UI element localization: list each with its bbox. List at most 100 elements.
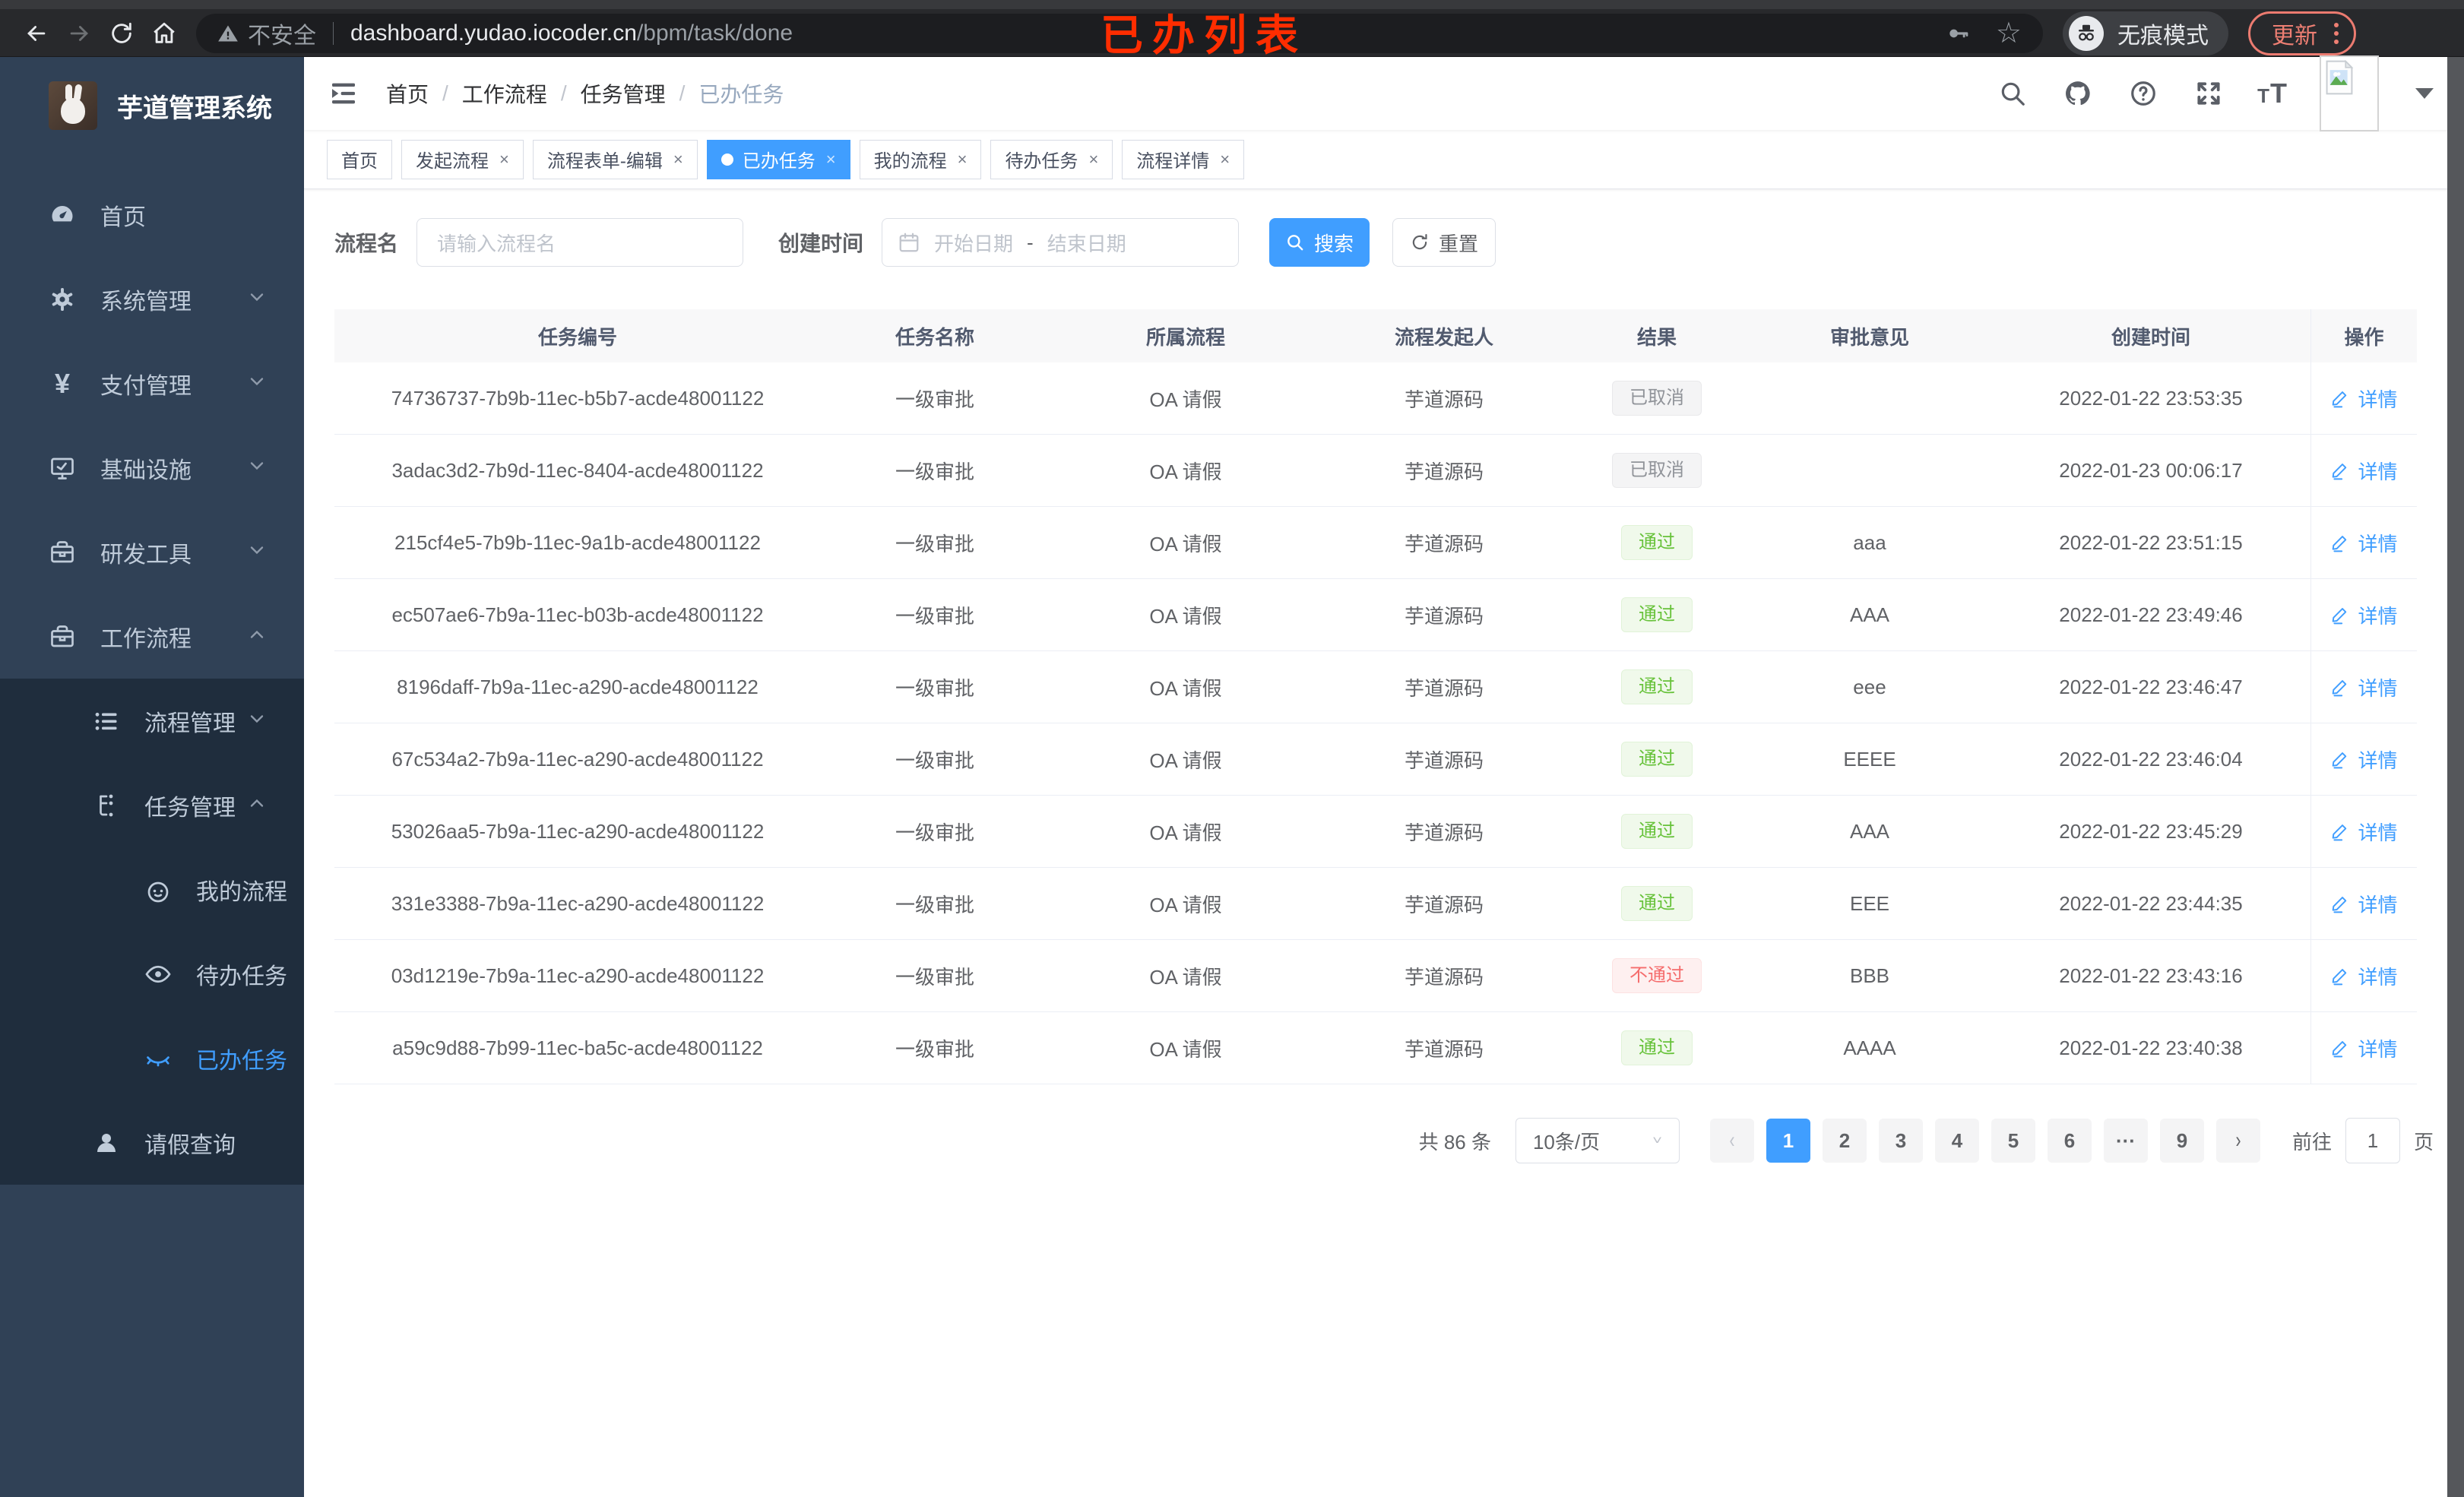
sidebar-item-devtools[interactable]: 研发工具 bbox=[0, 510, 304, 594]
app-title: 芋道管理系统 bbox=[117, 93, 272, 123]
detail-link[interactable]: 详情 bbox=[2330, 385, 2398, 413]
app-logo-row[interactable]: 芋道管理系统 bbox=[0, 57, 304, 154]
task-create-time: 2022-01-22 23:46:47 bbox=[2059, 675, 2243, 698]
key-icon[interactable] bbox=[1946, 21, 1970, 46]
page-button-1[interactable]: 1 bbox=[1766, 1119, 1810, 1163]
page-ellipsis[interactable]: ··· bbox=[2103, 1119, 2148, 1163]
url-domain[interactable]: dashboard.yudao.iocoder.cn bbox=[350, 21, 637, 46]
edit-pencil-icon bbox=[2333, 536, 2347, 552]
incognito-label: 无痕模式 bbox=[2117, 23, 2209, 49]
task-starter: 芋道源码 bbox=[1404, 676, 1484, 700]
fullscreen-icon[interactable] bbox=[2192, 77, 2225, 110]
goto-page-input[interactable]: 1 bbox=[2345, 1118, 2400, 1163]
sidebar-item-system[interactable]: 系统管理 bbox=[0, 257, 304, 341]
page-button-9[interactable]: 9 bbox=[2159, 1119, 2204, 1163]
task-name: 一级审批 bbox=[895, 893, 974, 916]
update-label[interactable]: 更新 bbox=[2272, 17, 2317, 50]
detail-link[interactable]: 详情 bbox=[2330, 601, 2398, 629]
page-button-5[interactable]: 5 bbox=[1991, 1119, 2035, 1163]
security-label[interactable]: 不安全 bbox=[248, 17, 316, 50]
prev-page-button[interactable]: ‹ bbox=[1709, 1119, 1754, 1163]
table-row: 8196daff-7b9a-11ec-a290-acde48001122 一级审批… bbox=[334, 651, 2417, 723]
process-name-input[interactable]: 请输入流程名 bbox=[416, 218, 744, 267]
edit-pencil-icon bbox=[2333, 391, 2347, 408]
browser-update-button[interactable]: 更新 bbox=[2248, 11, 2356, 55]
reset-button[interactable]: 重置 bbox=[1392, 218, 1496, 267]
detail-link[interactable]: 详情 bbox=[2330, 962, 2398, 990]
close-icon[interactable]: × bbox=[499, 150, 509, 169]
search-icon[interactable] bbox=[1996, 77, 2029, 110]
task-name: 一级审批 bbox=[895, 532, 974, 555]
sidebar-item-todo-tasks[interactable]: 待办任务 bbox=[0, 932, 304, 1016]
close-icon[interactable]: × bbox=[673, 150, 683, 169]
browser-menu-icon[interactable] bbox=[2334, 22, 2339, 44]
page-button-2[interactable]: 2 bbox=[1822, 1119, 1867, 1163]
detail-link[interactable]: 详情 bbox=[2330, 673, 2398, 701]
close-icon[interactable]: × bbox=[1220, 150, 1230, 169]
task-action: 详情 bbox=[2310, 1012, 2417, 1084]
detail-link[interactable]: 详情 bbox=[2330, 818, 2398, 846]
home-icon[interactable] bbox=[143, 12, 185, 55]
forward-icon[interactable] bbox=[58, 12, 100, 55]
close-icon[interactable]: × bbox=[958, 150, 968, 169]
security-warning-icon[interactable] bbox=[217, 23, 248, 44]
chevron-up-icon bbox=[246, 793, 268, 818]
sidebar: 芋道管理系统 首页 系统管理 ¥ 支付管理 基础设施 研发工具 工作流程 流程管… bbox=[0, 57, 304, 1497]
tab-home[interactable]: 首页 bbox=[327, 139, 392, 179]
sidebar-item-infra[interactable]: 基础设施 bbox=[0, 426, 304, 510]
tab-form-edit[interactable]: 流程表单-编辑 × bbox=[532, 139, 698, 179]
process-name-label: 流程名 bbox=[334, 232, 399, 255]
reload-icon[interactable] bbox=[100, 12, 143, 55]
tab-start-process[interactable]: 发起流程 × bbox=[401, 139, 524, 179]
detail-link[interactable]: 详情 bbox=[2330, 1034, 2398, 1062]
date-range-picker[interactable]: 开始日期 - 结束日期 bbox=[882, 218, 1240, 267]
breadcrumb-home[interactable]: 首页 bbox=[386, 78, 429, 109]
tab-todo-tasks[interactable]: 待办任务 × bbox=[990, 139, 1113, 179]
detail-link[interactable]: 详情 bbox=[2330, 890, 2398, 918]
end-date-placeholder[interactable]: 结束日期 bbox=[1047, 229, 1126, 257]
sidebar-collapse-icon[interactable] bbox=[327, 77, 360, 110]
detail-link[interactable]: 详情 bbox=[2330, 529, 2398, 557]
start-date-placeholder[interactable]: 开始日期 bbox=[934, 229, 1013, 257]
avatar[interactable] bbox=[2320, 55, 2379, 131]
sidebar-item-done-tasks[interactable]: 已办任务 bbox=[0, 1016, 304, 1100]
avatar-caret-icon[interactable] bbox=[2415, 88, 2434, 99]
detail-link[interactable]: 详情 bbox=[2330, 457, 2398, 485]
task-id: 53026aa5-7b9a-11ec-a290-acde48001122 bbox=[391, 819, 765, 843]
task-starter: 芋道源码 bbox=[1404, 1037, 1484, 1061]
edit-pencil-icon bbox=[2333, 1041, 2347, 1058]
search-button[interactable]: 搜索 bbox=[1269, 218, 1370, 267]
url-path[interactable]: /bpm/task/done bbox=[637, 21, 793, 46]
sidebar-item-workflow[interactable]: 工作流程 bbox=[0, 594, 304, 679]
help-icon[interactable] bbox=[2127, 77, 2160, 110]
sidebar-item-my-process[interactable]: 我的流程 bbox=[0, 847, 304, 932]
detail-link[interactable]: 详情 bbox=[2330, 745, 2398, 774]
bookmark-star-icon[interactable]: ☆ bbox=[1996, 19, 2022, 48]
breadcrumb-workflow[interactable]: 工作流程 bbox=[462, 78, 547, 109]
breadcrumb-task-mgmt[interactable]: 任务管理 bbox=[581, 78, 666, 109]
close-icon[interactable]: × bbox=[826, 150, 836, 169]
tab-my-process[interactable]: 我的流程 × bbox=[859, 139, 982, 179]
sidebar-item-process-mgmt[interactable]: 流程管理 bbox=[0, 679, 304, 763]
close-icon[interactable]: × bbox=[1088, 150, 1098, 169]
font-size-icon[interactable]: TT bbox=[2257, 78, 2288, 109]
next-page-button[interactable]: › bbox=[2215, 1119, 2260, 1163]
task-name: 一级审批 bbox=[895, 748, 974, 772]
page-size-select[interactable]: 10条/页 ˅ bbox=[1515, 1118, 1680, 1163]
page-button-6[interactable]: 6 bbox=[2047, 1119, 2092, 1163]
tab-process-detail[interactable]: 流程详情 × bbox=[1122, 139, 1245, 179]
sidebar-item-payment[interactable]: ¥ 支付管理 bbox=[0, 341, 304, 426]
sidebar-item-task-mgmt[interactable]: 任务管理 bbox=[0, 763, 304, 847]
sidebar-item-leave-query[interactable]: 请假查询 bbox=[0, 1100, 304, 1185]
back-icon[interactable] bbox=[15, 12, 58, 55]
task-starter: 芋道源码 bbox=[1404, 460, 1484, 483]
tab-done-tasks[interactable]: 已办任务 × bbox=[706, 139, 850, 179]
github-icon[interactable] bbox=[2061, 77, 2095, 110]
task-starter: 芋道源码 bbox=[1404, 893, 1484, 916]
page-button-4[interactable]: 4 bbox=[1934, 1119, 1979, 1163]
task-process: OA 请假 bbox=[1149, 604, 1222, 628]
sidebar-item-home[interactable]: 首页 bbox=[0, 172, 304, 257]
task-starter: 芋道源码 bbox=[1404, 604, 1484, 628]
page-button-3[interactable]: 3 bbox=[1878, 1119, 1923, 1163]
window-scrollbar[interactable] bbox=[2447, 57, 2464, 1497]
